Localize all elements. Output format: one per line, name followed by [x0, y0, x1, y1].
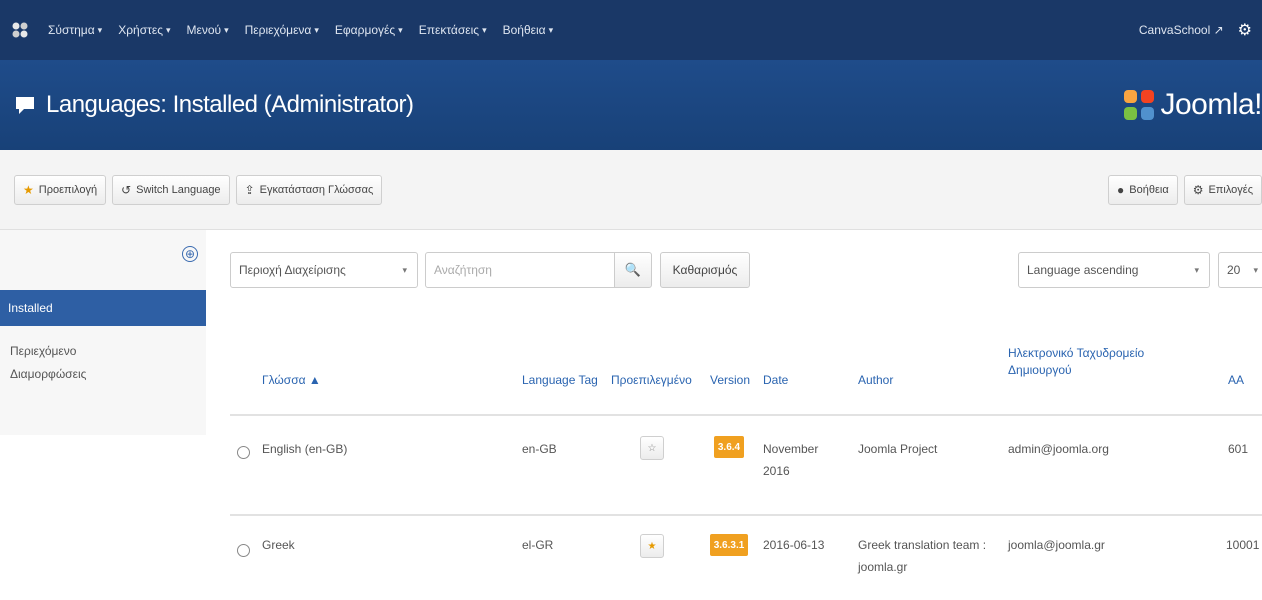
page-header: Languages: Installed (Administrator) Joo…	[0, 60, 1262, 150]
joomla-brand: Joomla!	[1122, 88, 1262, 122]
version-badge: 3.6.4	[714, 436, 744, 458]
menu-help[interactable]: Βοήθεια ▾	[495, 0, 562, 60]
client-select[interactable]: Περιοχή Διαχείρισης ▾	[230, 252, 418, 288]
search-icon: 🔍	[624, 262, 642, 277]
col-email[interactable]: Ηλεκτρονικό Ταχυδρομείο Δημιουργού	[1008, 345, 1168, 379]
row-divider	[230, 514, 1262, 516]
search-button[interactable]: 🔍	[614, 252, 652, 288]
version-badge: 3.6.3.1	[710, 534, 748, 556]
cell-date: November 2016	[763, 442, 819, 478]
menu-users[interactable]: Χρήστες ▾	[110, 0, 178, 60]
cell-email: admin@joomla.org	[1008, 442, 1109, 456]
menu-content[interactable]: Περιεχόμενα ▾	[237, 0, 327, 60]
default-button[interactable]: ★ Προεπιλογή	[14, 174, 107, 205]
cell-author: Greek translation team : joomla.gr	[858, 538, 987, 574]
cell-tag: en-GB	[522, 442, 557, 456]
menu-menus[interactable]: Μενού ▾	[179, 0, 237, 60]
col-default[interactable]: Προεπιλεγμένο	[611, 372, 692, 389]
main-menu: Σύστημα ▾ Χρήστες ▾ Μενού ▾ Περιεχόμενα ▾ Εφ…	[40, 0, 561, 60]
limit-select[interactable]: 20 ▾	[1218, 252, 1262, 288]
site-link[interactable]: CanvaSchool ↗	[1139, 23, 1224, 37]
top-navbar: Σύστημα ▾ Χρήστες ▾ Μενού ▾ Περιεχόμενα ▾ Εφ…	[0, 0, 1262, 60]
row-select-radio[interactable]	[237, 446, 250, 459]
col-author[interactable]: Author	[858, 372, 893, 389]
comment-icon	[16, 97, 34, 114]
menu-components[interactable]: Εφαρμογές ▾	[327, 0, 411, 60]
col-id[interactable]: ΑΑ	[1228, 372, 1244, 389]
cell-language: Greek	[262, 538, 295, 552]
col-version[interactable]: Version	[710, 372, 750, 389]
col-language-tag[interactable]: Language Tag	[522, 372, 598, 389]
star-icon: ★	[23, 182, 34, 197]
upload-icon: ⇪	[244, 182, 255, 197]
toolbar: ★ Προεπιλογή ↺ Switch Language ⇪ Εγκατάσ…	[0, 150, 1262, 230]
col-date[interactable]: Date	[763, 372, 788, 389]
search-input[interactable]	[425, 252, 615, 288]
cell-tag: el-GR	[522, 538, 554, 552]
sort-select[interactable]: Language ascending ▾	[1018, 252, 1210, 288]
sidebar-item-installed[interactable]: Installed	[0, 290, 206, 326]
chevron-down-icon: ▾	[1253, 264, 1258, 275]
menu-extensions[interactable]: Επεκτάσεις ▾	[411, 0, 495, 60]
default-star-button[interactable]: ☆	[640, 436, 664, 460]
cell-author: Joomla Project	[858, 442, 938, 456]
help-button[interactable]: ● Βοήθεια	[1108, 174, 1178, 205]
cell-id: 10001	[1226, 538, 1260, 552]
cell-id: 601	[1228, 442, 1249, 456]
install-language-button[interactable]: ⇪ Εγκατάσταση Γλώσσας	[235, 174, 383, 205]
sidebar-item-overrides[interactable]: Διαμορφώσεις	[0, 367, 206, 381]
header-divider	[230, 414, 1262, 416]
joomla-brand-icon	[1124, 90, 1155, 120]
gear-icon: ⚙	[1192, 182, 1204, 197]
row-select-radio[interactable]	[237, 544, 250, 557]
switch-language-button[interactable]: ↺ Switch Language	[112, 174, 230, 205]
cell-language: English (en-GB)	[262, 442, 348, 456]
chevron-down-icon: ▾	[1194, 264, 1199, 275]
sidebar: ⊕ Installed Περιεχόμενο Διαμορφώσεις	[0, 230, 206, 435]
cell-date: 2016-06-13	[763, 538, 825, 552]
options-button[interactable]: ⚙ Επιλογές	[1183, 174, 1262, 205]
question-icon: ●	[1117, 182, 1125, 197]
page-title: Languages: Installed (Administrator)	[46, 91, 414, 118]
sidebar-item-content[interactable]: Περιεχόμενο	[0, 344, 206, 358]
cell-email: joomla@joomla.gr	[1008, 538, 1105, 552]
default-star-button[interactable]: ★	[640, 534, 664, 558]
joomla-brand-text: Joomla!	[1160, 88, 1262, 121]
joomla-logo-icon[interactable]	[0, 0, 40, 60]
user-gear-icon[interactable]: ⚙	[1238, 20, 1252, 40]
chevron-down-icon: ▾	[402, 264, 407, 275]
col-language[interactable]: Γλώσσα ▲	[262, 372, 321, 389]
clear-button[interactable]: Καθαρισμός	[660, 252, 750, 288]
refresh-icon: ↺	[121, 182, 132, 197]
sidebar-toggle-icon[interactable]: ⊕	[182, 246, 198, 262]
menu-system[interactable]: Σύστημα ▾	[40, 0, 110, 60]
